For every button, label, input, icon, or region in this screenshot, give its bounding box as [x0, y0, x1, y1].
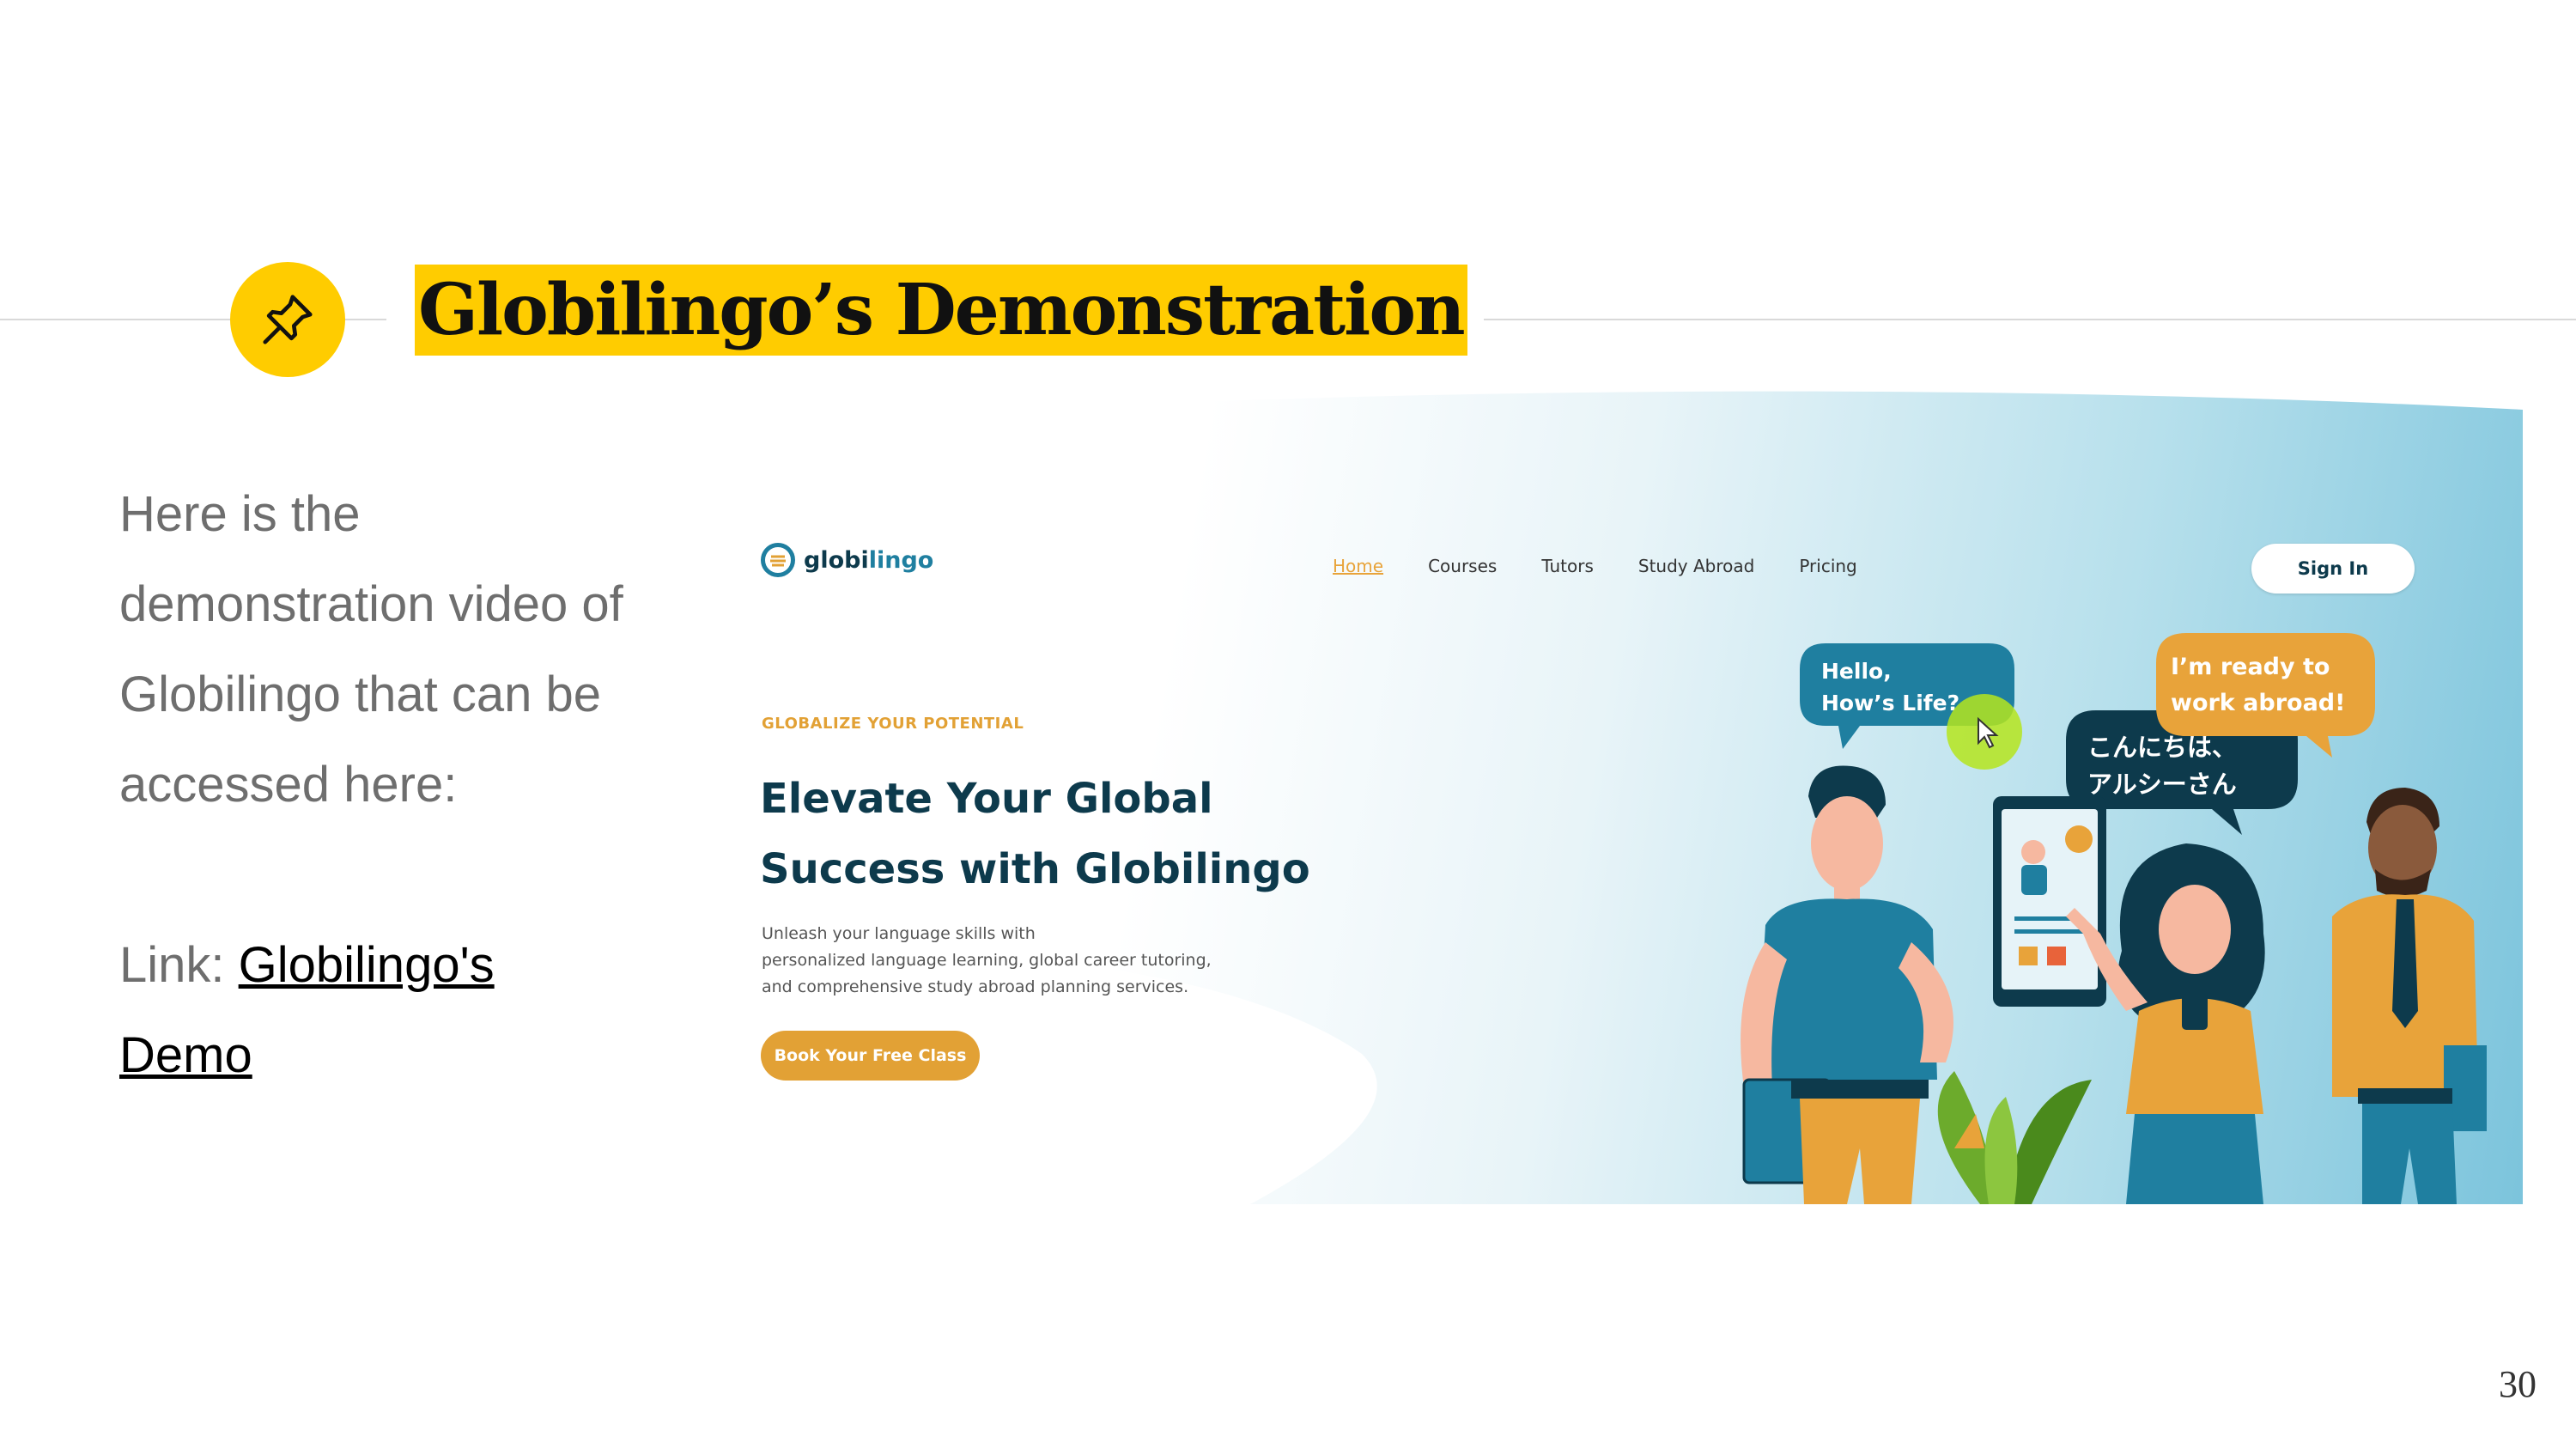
description-line: Unleash your language skills with [762, 924, 1036, 943]
body-line: Here is the [119, 486, 361, 542]
nav-study-abroad[interactable]: Study Abroad [1638, 556, 1754, 576]
book-free-class-button[interactable]: Book Your Free Class [761, 1031, 980, 1081]
demo-link-continued[interactable]: Demo [119, 1027, 252, 1083]
nav-courses[interactable]: Courses [1428, 556, 1497, 576]
body-line: Globilingo that can be [119, 667, 602, 722]
hero-description: Unleash your language skills with person… [762, 921, 1277, 1001]
description-line: personalized language learning, global c… [762, 951, 1212, 970]
site-nav: Home Courses Tutors Study Abroad Pricing [1333, 556, 1857, 576]
link-line-2: Demo [119, 1010, 652, 1100]
headline-line: Elevate Your Global [760, 775, 1213, 823]
character-man-blue-shirt [1741, 765, 1953, 1204]
link-line: Link: Globilingo's [119, 920, 652, 1010]
demo-link[interactable]: Globilingo's [239, 937, 495, 993]
bubble-text: アルシーさん [2087, 770, 2237, 799]
header-divider-right [1484, 319, 2576, 320]
bubble-text: How’s Life? [1821, 691, 1959, 715]
bubble-text: Hello, [1821, 659, 1892, 684]
website-screenshot: globilingo Home Courses Tutors Study Abr… [649, 375, 2523, 1204]
character-man-orange-shirt [2332, 788, 2487, 1204]
headline-line: Success with Globilingo [760, 845, 1310, 893]
tablet-illustration [1993, 796, 2106, 1007]
slide-title-highlight: Globilingo’s Demonstration [415, 265, 1467, 356]
plant-illustration [1937, 1071, 2092, 1204]
hero-eyebrow: GLOBALIZE YOUR POTENTIAL [762, 715, 1024, 733]
description-line: and comprehensive study abroad planning … [762, 977, 1189, 996]
nav-pricing[interactable]: Pricing [1799, 556, 1856, 576]
pushpin-icon [230, 262, 345, 377]
link-prefix: Link: [119, 937, 239, 993]
sign-in-button[interactable]: Sign In [2251, 544, 2415, 594]
brand-name: globi [804, 546, 869, 574]
nav-tutors[interactable]: Tutors [1541, 556, 1594, 576]
slide-body: Here is the demonstration video of Globi… [119, 469, 652, 1100]
brand-logo[interactable]: globilingo [761, 543, 933, 577]
hero-headline: Elevate Your Global Success with Globili… [760, 764, 1413, 904]
globe-icon [761, 543, 795, 577]
nav-home[interactable]: Home [1333, 556, 1383, 576]
body-line: demonstration video of [119, 576, 623, 632]
page-number: 30 [2499, 1363, 2537, 1405]
bubble-text: I’m ready to [2171, 654, 2330, 680]
brand-name-accent: lingo [868, 546, 934, 574]
slide-title: Globilingo’s Demonstration [418, 269, 1466, 351]
hero-illustration: Hello, How’s Life? こんにちは、 アルシーさん I’m rea… [1741, 633, 2487, 1204]
body-line: accessed here: [119, 757, 458, 813]
bubble-text: こんにちは、 [2087, 733, 2237, 762]
bubble-text: work abroad! [2171, 690, 2345, 716]
